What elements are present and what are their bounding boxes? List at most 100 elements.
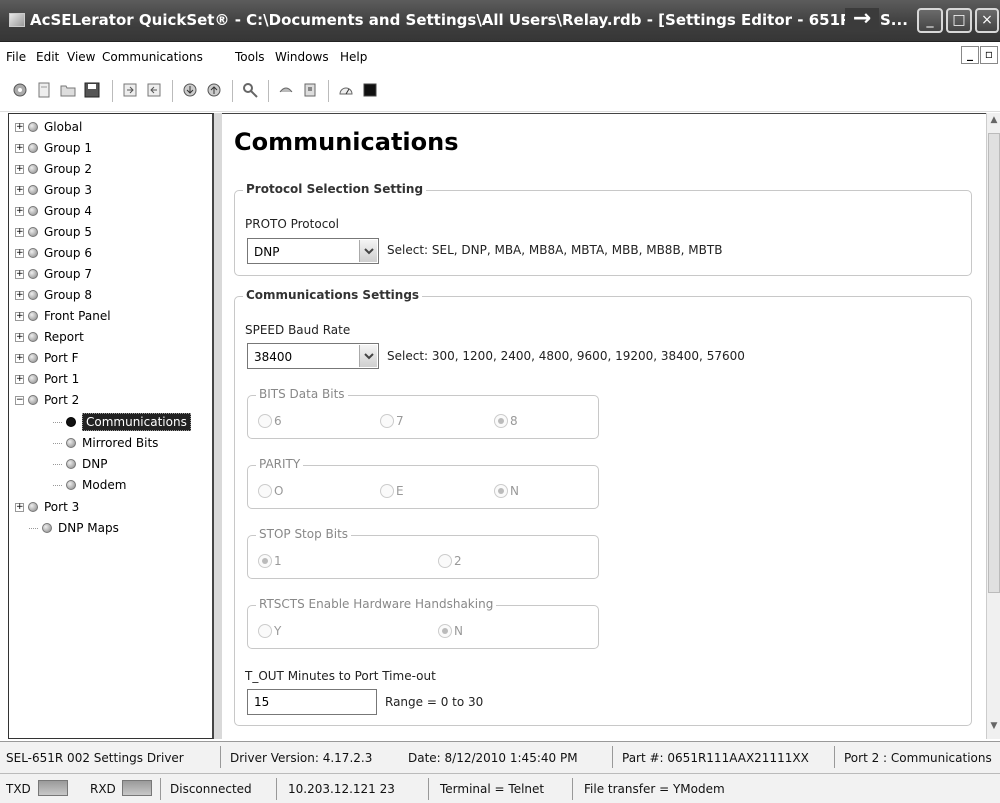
collapse-icon[interactable]: − — [15, 395, 24, 405]
settings-tool-icon[interactable] — [240, 80, 260, 100]
tree-node-group-6[interactable]: + Group 6 — [15, 243, 92, 263]
menu-file[interactable]: File — [6, 50, 26, 64]
open-folder-icon[interactable] — [58, 80, 78, 100]
tree-node-port-2[interactable]: − Port 2 — [15, 390, 79, 410]
tree-node-group-3[interactable]: + Group 3 — [15, 180, 92, 200]
read-icon[interactable] — [180, 80, 200, 100]
tree-node-dnp-maps[interactable]: DNP Maps — [29, 518, 119, 538]
expand-icon[interactable]: + — [15, 248, 24, 258]
app-icon — [9, 13, 25, 27]
minimize-button[interactable]: _ — [917, 8, 943, 33]
mdi-restore-button[interactable]: ▫ — [980, 46, 998, 64]
new-file-icon[interactable] — [34, 80, 54, 100]
tree-node-global[interactable]: + Global — [15, 117, 82, 137]
selected-bullet-icon — [66, 417, 76, 427]
scroll-up-icon[interactable]: ▲ — [988, 115, 1000, 129]
speed-select[interactable]: 38400 — [247, 343, 379, 369]
expand-icon[interactable]: + — [15, 332, 24, 342]
bits-radio-7[interactable]: 7 — [380, 414, 404, 428]
node-bullet-icon — [42, 523, 52, 533]
chevron-down-icon[interactable] — [359, 240, 377, 262]
tree-node-dnp[interactable]: DNP — [53, 454, 107, 474]
stop-radio-1[interactable]: 1 — [258, 554, 282, 568]
rtscts-radio-y[interactable]: Y — [258, 624, 281, 638]
menu-communications[interactable]: Communications — [102, 50, 203, 64]
expand-icon[interactable]: + — [15, 227, 24, 237]
protocol-selection-group: Protocol Selection Setting PROTO Protoco… — [234, 182, 972, 276]
stop-radio-2[interactable]: 2 — [438, 554, 462, 568]
expand-icon[interactable]: + — [15, 143, 24, 153]
tree-node-communications[interactable]: Communications — [53, 412, 191, 432]
bits-radio-8[interactable]: 8 — [494, 414, 518, 428]
speed-hint: Select: 300, 1200, 2400, 4800, 9600, 192… — [387, 349, 745, 363]
tout-hint: Range = 0 to 30 — [385, 695, 484, 709]
expand-icon[interactable]: + — [15, 185, 24, 195]
tree-node-front-panel[interactable]: + Front Panel — [15, 306, 111, 326]
tree-node-port-f[interactable]: + Port F — [15, 348, 79, 368]
stop-bits-group: STOP Stop Bits 1 2 — [247, 527, 599, 579]
parity-radio-o[interactable]: O — [258, 484, 283, 498]
expand-icon[interactable]: + — [15, 269, 24, 279]
tree-node-group-5[interactable]: + Group 5 — [15, 222, 92, 242]
window-title-tail: S... — [880, 11, 908, 29]
send-icon[interactable] — [204, 80, 224, 100]
expand-icon[interactable]: + — [15, 206, 24, 216]
menu-view[interactable]: View — [67, 50, 95, 64]
expand-icon[interactable]: + — [15, 122, 24, 132]
bits-group: BITS Data Bits 6 7 8 — [247, 387, 599, 439]
menu-help[interactable]: Help — [340, 50, 367, 64]
node-bullet-icon — [28, 290, 38, 300]
panel-splitter[interactable] — [214, 113, 222, 739]
maximize-button[interactable]: □ — [946, 8, 972, 33]
menu-edit[interactable]: Edit — [36, 50, 59, 64]
expand-icon[interactable]: + — [15, 164, 24, 174]
tree-node-modem[interactable]: Modem — [53, 475, 126, 495]
import-icon[interactable] — [120, 80, 140, 100]
parity-radio-e[interactable]: E — [380, 484, 404, 498]
chevron-down-icon[interactable] — [359, 345, 377, 367]
tree-node-mirrored-bits[interactable]: Mirrored Bits — [53, 433, 158, 453]
menu-tools[interactable]: Tools — [235, 50, 265, 64]
expand-icon[interactable]: + — [15, 374, 24, 384]
tree-node-port-1[interactable]: + Port 1 — [15, 369, 79, 389]
mdi-minimize-button[interactable]: _ — [961, 46, 979, 64]
expand-icon[interactable]: + — [15, 311, 24, 321]
vertical-scrollbar[interactable]: ▲ ▼ — [986, 113, 1000, 739]
scroll-thumb[interactable] — [988, 133, 1000, 593]
close-button[interactable]: × — [975, 8, 999, 33]
protocol-group-legend: Protocol Selection Setting — [243, 182, 427, 196]
window-title: AcSELerator QuickSet® - C:\Documents and… — [30, 11, 870, 29]
bits-radio-6[interactable]: 6 — [258, 414, 282, 428]
proto-select[interactable]: DNP — [247, 238, 379, 264]
terminal-icon[interactable] — [360, 80, 380, 100]
tree-node-group-2[interactable]: + Group 2 — [15, 159, 92, 179]
menu-windows[interactable]: Windows — [275, 50, 329, 64]
scroll-down-icon[interactable]: ▼ — [988, 721, 1000, 735]
arrow-right-icon: → — [845, 8, 879, 32]
tree-node-port-3[interactable]: + Port 3 — [15, 497, 79, 517]
node-bullet-icon — [66, 438, 76, 448]
tree-node-report[interactable]: + Report — [15, 327, 84, 347]
parity-radio-n[interactable]: N — [494, 484, 519, 498]
rtscts-radio-n[interactable]: N — [438, 624, 463, 638]
speed-label: SPEED Baud Rate — [245, 323, 351, 337]
expand-icon[interactable]: + — [15, 353, 24, 363]
save-icon[interactable] — [82, 80, 102, 100]
tree-node-group-7[interactable]: + Group 7 — [15, 264, 92, 284]
rxd-label: RXD — [90, 782, 116, 796]
rxd-indicator — [122, 780, 152, 796]
tree-node-group-1[interactable]: + Group 1 — [15, 138, 92, 158]
compare-icon[interactable] — [300, 80, 320, 100]
tree-node-group-8[interactable]: + Group 8 — [15, 285, 92, 305]
export-icon[interactable] — [144, 80, 164, 100]
tree-node-group-4[interactable]: + Group 4 — [15, 201, 92, 221]
file-transfer-mode: File transfer = YModem — [584, 782, 725, 796]
page-title: Communications — [234, 128, 459, 156]
ip-address: 10.203.12.121 23 — [288, 782, 395, 796]
open-relay-icon[interactable] — [10, 80, 30, 100]
tout-input[interactable]: 15 — [247, 689, 377, 715]
expand-icon[interactable]: + — [15, 502, 24, 512]
hmi-icon[interactable] — [336, 80, 356, 100]
expand-icon[interactable]: + — [15, 290, 24, 300]
driver-icon[interactable] — [276, 80, 296, 100]
